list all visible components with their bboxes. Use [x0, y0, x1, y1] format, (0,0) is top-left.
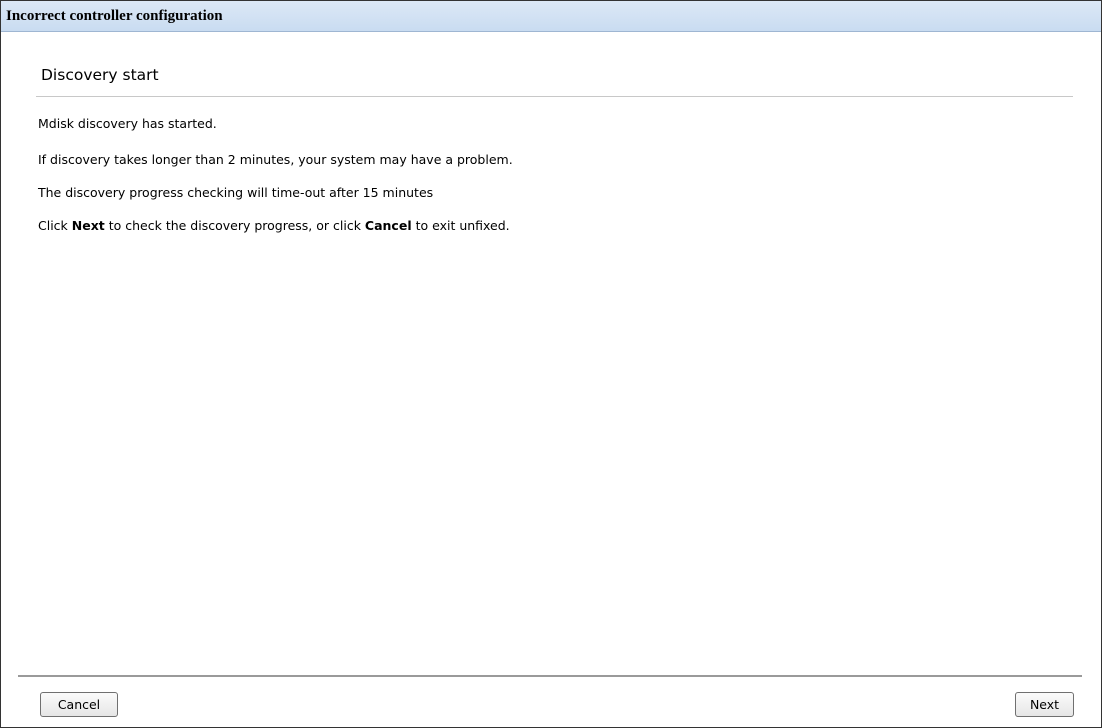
message-instructions: Click Next to check the discovery progre… — [38, 218, 510, 233]
dialog-title: Incorrect controller configuration — [6, 8, 223, 24]
message-discovery-warning: If discovery takes longer than 2 minutes… — [38, 152, 513, 167]
next-button[interactable]: Next — [1015, 692, 1074, 717]
footer-divider — [18, 675, 1082, 677]
instructions-next-keyword: Next — [71, 218, 105, 233]
instructions-suffix: to exit unfixed. — [411, 218, 510, 233]
section-heading: Discovery start — [41, 66, 159, 84]
instructions-middle: to check the discovery progress, or clic… — [104, 218, 365, 233]
heading-divider — [36, 96, 1073, 97]
message-discovery-timeout: The discovery progress checking will tim… — [38, 185, 434, 200]
instructions-cancel-keyword: Cancel — [364, 218, 412, 233]
dialog-window: Incorrect controller configuration Disco… — [0, 0, 1102, 728]
dialog-title-bar: Incorrect controller configuration — [1, 1, 1101, 32]
instructions-prefix: Click — [38, 218, 72, 233]
cancel-button[interactable]: Cancel — [40, 692, 118, 717]
message-discovery-started: Mdisk discovery has started. — [38, 116, 217, 131]
